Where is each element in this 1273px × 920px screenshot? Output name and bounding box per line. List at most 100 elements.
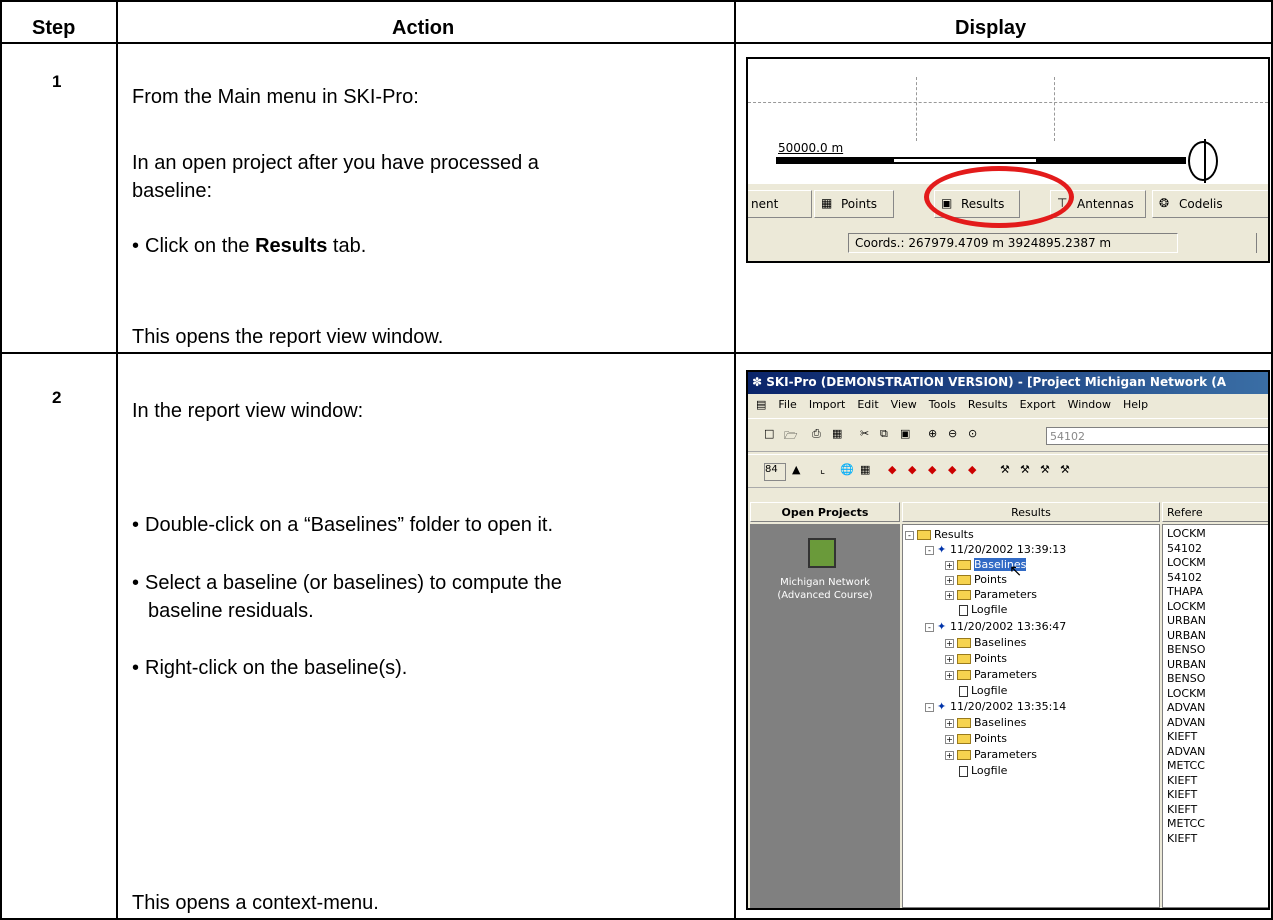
menu-export[interactable]: Export xyxy=(1020,398,1056,412)
tool-icon[interactable]: ⚒ xyxy=(1000,463,1018,481)
list-item[interactable]: LOCKM xyxy=(1167,600,1206,615)
process-icon[interactable]: ◆ xyxy=(888,463,906,481)
tree-node[interactable]: + Points xyxy=(945,731,1007,746)
action-bullet: Select a baseline (or baselines) to comp… xyxy=(132,570,562,596)
tree-node[interactable]: - ✦ 11/20/2002 13:35:14 xyxy=(925,699,1066,714)
list-item[interactable]: URBAN xyxy=(1167,614,1206,629)
tree-node[interactable]: + Baselines xyxy=(945,635,1026,650)
list-item[interactable]: 54102 xyxy=(1167,571,1202,586)
list-item[interactable]: ADVAN xyxy=(1167,716,1205,731)
results-column-header[interactable]: Results xyxy=(902,502,1160,522)
tool-icon[interactable]: ⚒ xyxy=(1060,463,1078,481)
list-item[interactable]: METCC xyxy=(1167,817,1205,832)
zoom-out-icon[interactable]: ⊖ xyxy=(948,427,966,445)
list-item[interactable]: KIEFT xyxy=(1167,788,1197,803)
tree-node[interactable]: + Parameters xyxy=(945,587,1037,602)
tree-node[interactable]: + Parameters xyxy=(945,667,1037,682)
process-icon[interactable]: ◆ xyxy=(968,463,986,481)
tripod-icon: ✦ xyxy=(937,543,947,556)
menu-help[interactable]: Help xyxy=(1123,398,1148,412)
list-item[interactable]: LOCKM xyxy=(1167,687,1206,702)
folder-icon xyxy=(957,654,971,664)
menu-edit[interactable]: Edit xyxy=(857,398,878,412)
list-item[interactable]: BENSO xyxy=(1167,643,1205,658)
list-item[interactable]: 54102 xyxy=(1167,542,1202,557)
mouse-cursor-icon: ↖ xyxy=(1009,561,1023,580)
tree-node[interactable]: - ✦ 11/20/2002 13:36:47 xyxy=(925,619,1066,634)
project-icon[interactable] xyxy=(808,538,836,568)
menu-window[interactable]: Window xyxy=(1068,398,1111,412)
table-col-divider-2 xyxy=(734,0,736,920)
coords-readout: Coords.: 267979.4709 m 3924895.2387 m xyxy=(848,233,1178,253)
list-item[interactable]: ADVAN xyxy=(1167,745,1205,760)
reference-column-header[interactable]: Refere xyxy=(1162,502,1268,522)
tree-node[interactable]: + Points xyxy=(945,651,1007,666)
tree-node[interactable]: Logfile xyxy=(959,763,1007,778)
local-icon[interactable]: ▲ xyxy=(792,463,810,481)
print-icon[interactable]: ⎙ xyxy=(812,427,830,445)
copy-icon[interactable]: ⧉ xyxy=(880,427,898,445)
tree-node[interactable]: + Baselines xyxy=(945,715,1026,730)
tree-node[interactable]: - ✦ 11/20/2002 13:39:13 xyxy=(925,542,1066,557)
grid-icon[interactable]: ▦ xyxy=(860,463,878,481)
tab-points[interactable]: ▦ Points xyxy=(814,190,894,218)
cut-icon[interactable]: ✂ xyxy=(860,427,878,445)
tree-node[interactable]: - Results xyxy=(905,527,974,542)
expand-icon[interactable]: + xyxy=(945,560,954,570)
list-item[interactable]: THAPA xyxy=(1167,585,1203,600)
zoom-in-icon[interactable]: ⊕ xyxy=(928,427,946,445)
expand-icon[interactable]: + xyxy=(945,750,954,760)
tree-node[interactable]: + Parameters xyxy=(945,747,1037,762)
list-item[interactable]: LOCKM xyxy=(1167,527,1206,542)
list-item[interactable]: LOCKM xyxy=(1167,556,1206,571)
tab-management[interactable]: nent xyxy=(748,190,812,218)
zoom-window-icon[interactable]: ⊙ xyxy=(968,427,986,445)
project-label[interactable]: Michigan Network (Advanced Course) xyxy=(752,576,898,602)
expand-icon[interactable]: + xyxy=(945,670,954,680)
collapse-icon[interactable]: - xyxy=(905,530,914,540)
list-item[interactable]: METCC xyxy=(1167,759,1205,774)
globe-icon[interactable]: 🌐 xyxy=(840,463,858,481)
list-item[interactable]: KIEFT xyxy=(1167,803,1197,818)
tree-node[interactable]: + Points xyxy=(945,572,1007,587)
expand-icon[interactable]: + xyxy=(945,654,954,664)
local-grid-button[interactable]: 84 xyxy=(764,463,786,481)
tree-node[interactable]: Logfile xyxy=(959,602,1007,617)
table-row-divider xyxy=(0,352,1273,354)
menu-tools[interactable]: Tools xyxy=(929,398,956,412)
paste-icon[interactable]: ▣ xyxy=(900,427,918,445)
tool-icon[interactable]: ⚒ xyxy=(1020,463,1038,481)
logfile-icon xyxy=(959,604,968,616)
menu-import[interactable]: Import xyxy=(809,398,846,412)
menu-view[interactable]: View xyxy=(891,398,917,412)
menu-results[interactable]: Results xyxy=(968,398,1008,412)
expand-icon[interactable]: + xyxy=(945,638,954,648)
collapse-icon[interactable]: - xyxy=(925,545,934,555)
axis-icon[interactable]: ⌞ xyxy=(820,463,838,481)
list-item[interactable]: ADVAN xyxy=(1167,701,1205,716)
expand-icon[interactable]: + xyxy=(945,590,954,600)
list-item[interactable]: KIEFT xyxy=(1167,774,1197,789)
tree-node[interactable]: Logfile xyxy=(959,683,1007,698)
list-item[interactable]: KIEFT xyxy=(1167,730,1197,745)
print-preview-icon[interactable]: ▦ xyxy=(832,427,850,445)
tab-codelist[interactable]: ❂ Codelis xyxy=(1152,190,1268,218)
tree-label: Baselines xyxy=(974,716,1027,729)
collapse-icon[interactable]: - xyxy=(925,702,934,712)
expand-icon[interactable]: + xyxy=(945,734,954,744)
collapse-icon[interactable]: - xyxy=(925,622,934,632)
menu-file[interactable]: File xyxy=(778,398,796,412)
list-item[interactable]: URBAN xyxy=(1167,629,1206,644)
list-item[interactable]: BENSO xyxy=(1167,672,1205,687)
list-item[interactable]: KIEFT xyxy=(1167,832,1197,847)
expand-icon[interactable]: + xyxy=(945,575,954,585)
process-icon[interactable]: ◆ xyxy=(928,463,946,481)
expand-icon[interactable]: + xyxy=(945,718,954,728)
open-icon[interactable]: 🗁 xyxy=(784,427,802,445)
process-icon[interactable]: ◆ xyxy=(948,463,966,481)
new-icon[interactable]: □ xyxy=(764,427,782,445)
tool-icon[interactable]: ⚒ xyxy=(1040,463,1058,481)
point-search-input[interactable]: 54102 xyxy=(1046,427,1268,445)
process-icon[interactable]: ◆ xyxy=(908,463,926,481)
list-item[interactable]: URBAN xyxy=(1167,658,1206,673)
